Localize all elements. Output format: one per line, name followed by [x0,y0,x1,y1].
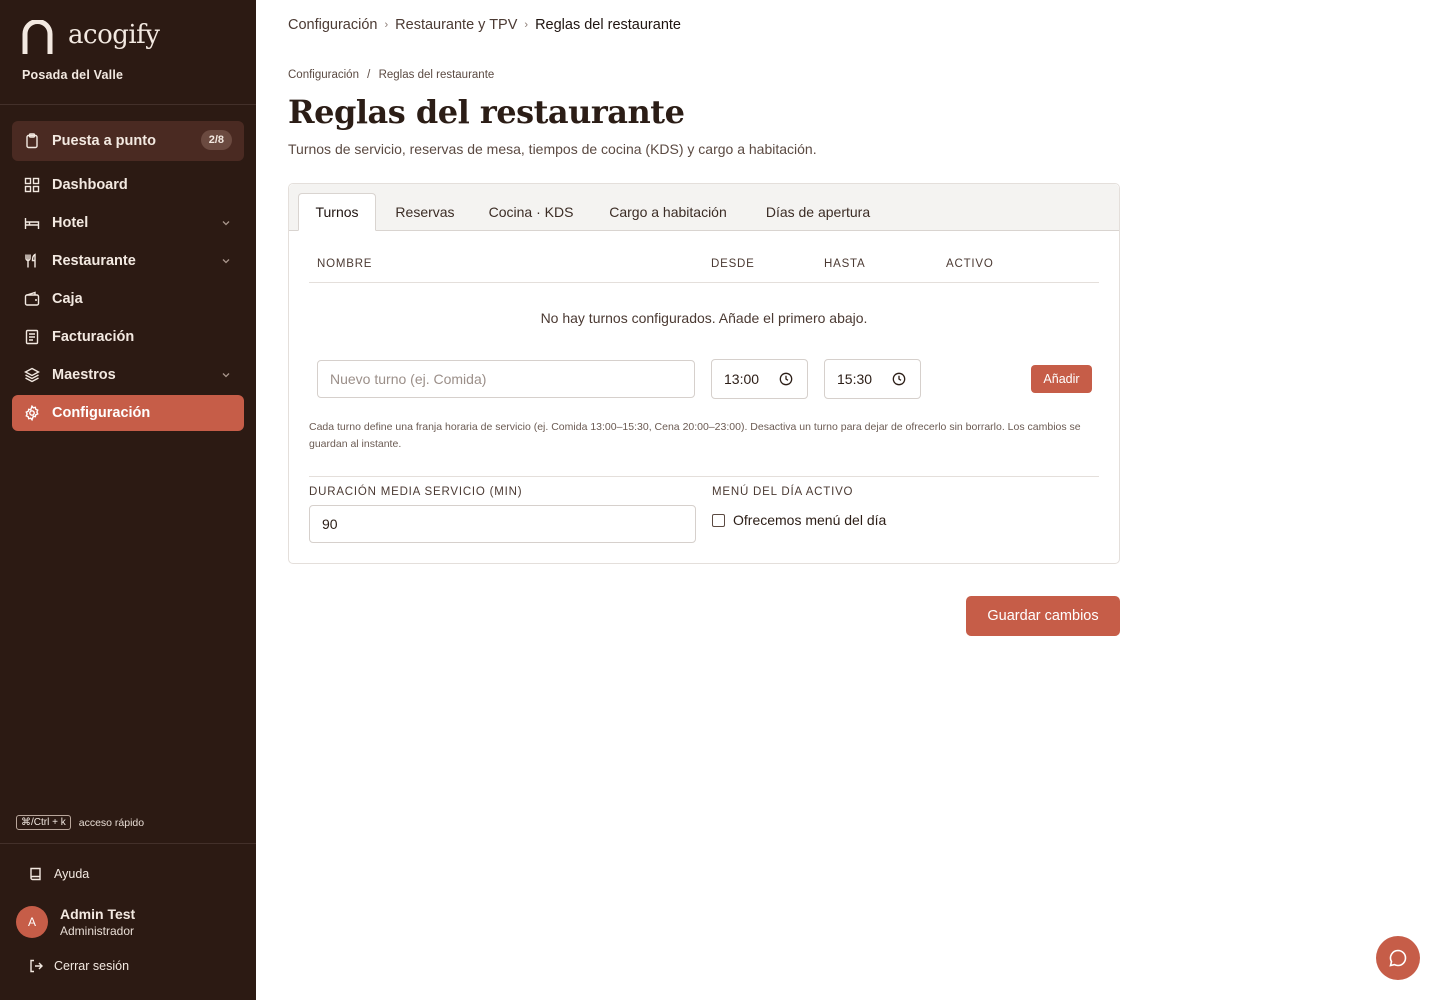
sidebar-item-maestros[interactable]: Maestros [12,357,244,393]
chevron-down-icon [222,259,230,264]
sidebar-divider [0,104,256,105]
service-duration-input[interactable]: 90 [309,505,696,543]
column-header-hasta: HASTA [824,258,866,270]
column-header-activo: ACTIVO [946,258,994,270]
sidebar-item-label: Dashboard [52,177,128,193]
property-name: Posada del Valle [22,68,124,82]
breadcrumb-item[interactable]: Configuración [288,17,377,33]
tab-cocina-kds[interactable]: Cocina · KDS [478,193,584,231]
shortcut-label: acceso rápido [78,816,145,829]
sidebar-item-label: Configuración [52,405,151,421]
page-title: Reglas del restaurante [288,93,685,131]
logout-label: Cerrar sesión [54,959,130,973]
sidebar: acogify Posada del Valle Puesta a punto … [0,0,256,1000]
page-subtitle: Turnos de servicio, reservas de mesa, ti… [288,141,817,157]
setup-progress-badge: 2/8 [200,130,232,150]
page-breadcrumb: Configuración / Reglas del restaurante [288,69,494,81]
sidebar-item-dashboard[interactable]: Dashboard [12,167,244,203]
sidebar-item-restaurante[interactable]: Restaurante [12,243,244,279]
utensils-icon [24,253,40,269]
grid-icon [24,177,40,193]
menu-del-dia-label: MENÚ DEL DÍA ACTIVO [712,486,854,498]
tab-dias-apertura[interactable]: Días de apertura [754,193,882,231]
user-profile[interactable]: A Admin Test Administrador [16,906,135,938]
acogify-logo-icon [22,20,53,54]
empty-state-message: No hay turnos configurados. Añade el pri… [540,310,868,326]
sidebar-item-label: Caja [52,291,83,307]
brand-logo[interactable]: acogify [22,20,160,54]
logout-icon [28,958,44,974]
service-duration-label: DURACIÓN MEDIA SERVICIO (MIN) [309,486,523,498]
shift-end-time-input[interactable]: 15:30 [824,359,921,399]
sidebar-item-label: Facturación [52,329,135,345]
tab-bar: Turnos Reservas Cocina · KDS Cargo a hab… [289,184,1119,231]
breadcrumb-separator: › [384,19,389,31]
menu-del-dia-toggle[interactable]: Ofrecemos menú del día [712,512,886,528]
sidebar-item-label: Puesta a punto [52,133,156,149]
book-icon [28,866,44,882]
tab-cargo-habitacion[interactable]: Cargo a habitación [596,193,740,231]
breadcrumb: Configuración › Restaurante y TPV › Regl… [288,17,681,33]
rules-card: Turnos Reservas Cocina · KDS Cargo a hab… [288,183,1120,564]
breadcrumb-item[interactable]: Configuración [288,69,359,81]
sidebar-item-setup[interactable]: Puesta a punto 2/8 [12,121,244,161]
section-divider [309,476,1099,477]
user-name: Admin Test [60,906,136,922]
receipt-icon [24,329,40,345]
shifts-help-text: Cada turno define una franja horaria de … [309,421,1081,450]
breadcrumb-separator: › [524,19,529,31]
table-header-divider [309,282,1099,283]
breadcrumb-current: Reglas del restaurante [378,69,495,81]
column-header-desde: DESDE [711,258,755,270]
clock-icon[interactable] [779,372,793,386]
quick-access-hint[interactable]: ⌘/Ctrl + k acceso rápido [16,815,144,830]
sidebar-item-caja[interactable]: Caja [12,281,244,317]
menu-del-dia-checkbox[interactable] [712,513,725,527]
gear-icon [24,405,40,421]
time-value: 15:30 [837,371,873,387]
sidebar-divider [0,843,256,844]
chat-support-button[interactable] [1376,936,1420,980]
bed-icon [24,215,40,231]
tab-turnos[interactable]: Turnos [298,193,376,231]
sidebar-item-label: Restaurante [52,253,136,269]
sidebar-item-facturacion[interactable]: Facturación [12,319,244,355]
save-button[interactable]: Guardar cambios [966,596,1120,636]
breadcrumb-item[interactable]: Restaurante y TPV [395,17,517,33]
chevron-down-icon [222,221,230,226]
clock-icon[interactable] [892,372,906,386]
help-link[interactable]: Ayuda [28,866,89,882]
wallet-icon [24,291,40,307]
shortcut-key: ⌘/Ctrl + k [16,815,71,830]
sidebar-nav: Puesta a punto 2/8 Dashboard Hotel Resta… [12,121,244,433]
sidebar-item-label: Maestros [52,367,116,383]
breadcrumb-current: Reglas del restaurante [535,17,681,33]
new-shift-name-input[interactable]: Nuevo turno (ej. Comida) [317,360,695,398]
time-value: 13:00 [724,371,760,387]
sidebar-item-hotel[interactable]: Hotel [12,205,244,241]
clipboard-icon [24,133,40,149]
avatar: A [16,906,48,938]
chat-bubble-icon [1389,949,1407,967]
help-label: Ayuda [54,867,90,881]
tab-reservas[interactable]: Reservas [384,193,466,231]
layers-icon [24,367,40,383]
user-role: Administrador [60,924,135,938]
add-shift-button[interactable]: Añadir [1031,365,1092,393]
logout-link[interactable]: Cerrar sesión [28,958,129,974]
column-header-nombre: NOMBRE [317,258,373,270]
brand-name: acogify [68,20,160,50]
breadcrumb-separator: / [367,69,371,81]
sidebar-item-configuracion[interactable]: Configuración [12,395,244,431]
menu-del-dia-checkbox-label: Ofrecemos menú del día [733,512,887,528]
shift-start-time-input[interactable]: 13:00 [711,359,808,399]
sidebar-item-label: Hotel [52,215,89,231]
chevron-down-icon [222,373,230,378]
